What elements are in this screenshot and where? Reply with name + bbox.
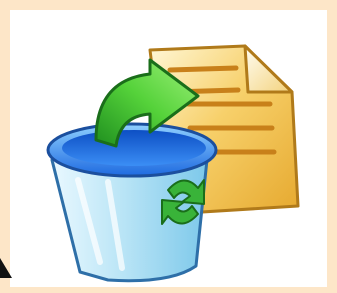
corner-arrow-icon	[0, 258, 12, 278]
recycle-bin-restore-icon	[46, 44, 300, 283]
